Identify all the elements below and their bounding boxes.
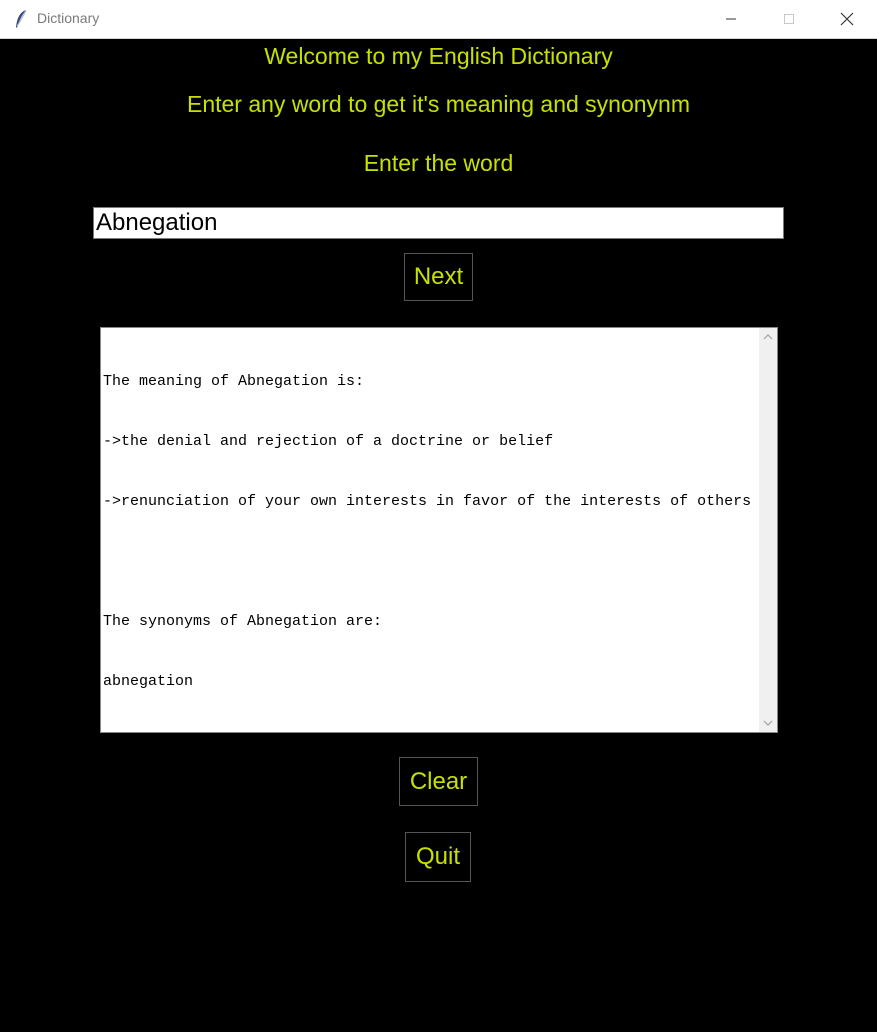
welcome-heading: Welcome to my English Dictionary (264, 43, 613, 69)
scroll-down-button[interactable] (759, 714, 777, 732)
result-textbox[interactable]: The meaning of Abnegation is: ->the deni… (100, 327, 778, 990)
close-button[interactable] (818, 0, 876, 38)
maximize-button[interactable] (760, 0, 818, 38)
result-line: abnegation (103, 733, 194, 750)
chevron-up-icon (763, 334, 773, 340)
result-text: The meaning of Abnegation is: ->the deni… (103, 332, 759, 1032)
scroll-up-button[interactable] (759, 328, 777, 346)
word-prompt-label: Enter the word (363, 150, 514, 176)
result-line: The synonyms of Abnegation are: (103, 613, 383, 630)
vertical-scrollbar[interactable] (759, 328, 777, 732)
minimize-button[interactable] (702, 0, 760, 38)
close-icon (840, 12, 854, 26)
minimize-icon (726, 18, 736, 20)
instruction-label: Enter any word to get it's meaning and s… (186, 91, 690, 117)
result-line: abnegation (103, 673, 194, 690)
word-input[interactable] (93, 207, 784, 239)
feather-icon (16, 9, 27, 28)
title-bar: Dictionary (0, 0, 877, 39)
clear-button[interactable]: Clear (399, 757, 478, 806)
next-button[interactable]: Next (404, 253, 473, 301)
result-line: self denial (103, 913, 203, 930)
result-line (103, 552, 759, 572)
result-line: ->the denial and rejection of a doctrine… (103, 433, 554, 450)
result-line: self renunciation (103, 973, 257, 990)
window-title: Dictionary (37, 10, 100, 26)
chevron-down-icon (763, 720, 773, 726)
quit-button[interactable]: Quit (405, 832, 471, 882)
result-line: The meaning of Abnegation is: (103, 373, 365, 390)
maximize-icon (784, 14, 794, 24)
result-line: ->renunciation of your own interests in … (103, 493, 752, 510)
